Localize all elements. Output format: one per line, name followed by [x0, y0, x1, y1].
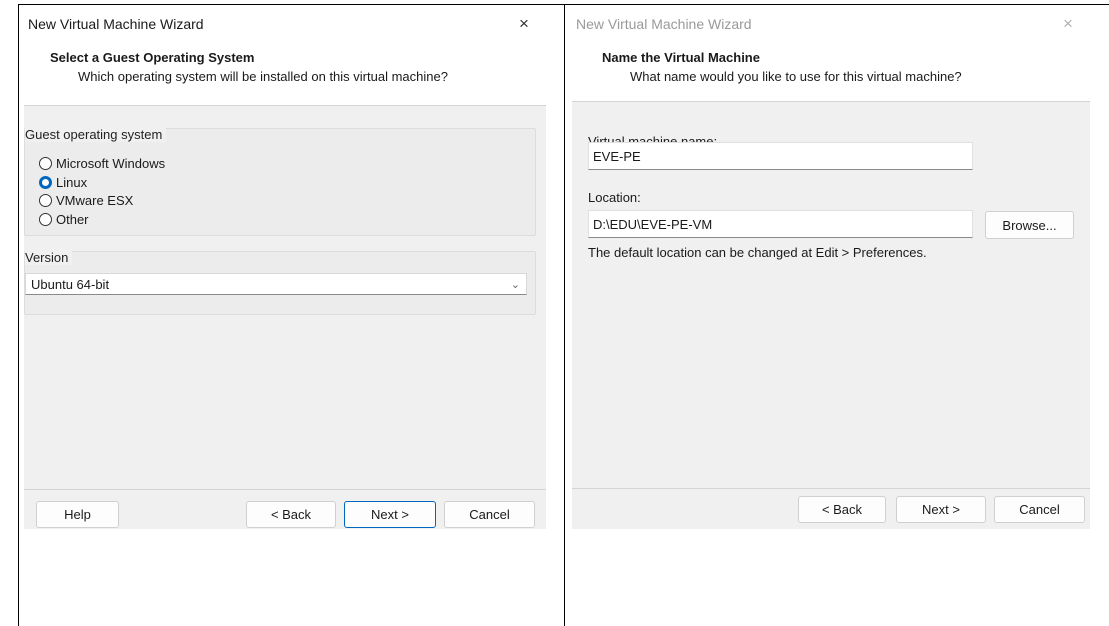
- location-input[interactable]: D:\EDU\EVE-PE-VM: [588, 210, 973, 238]
- guest-os-group-label: Guest operating system: [25, 127, 167, 142]
- window-title: New Virtual Machine Wizard: [576, 15, 752, 32]
- guest-os-wizard-dialog: New Virtual Machine Wizard × Select a Gu…: [24, 9, 546, 529]
- window-title: New Virtual Machine Wizard: [28, 15, 204, 32]
- cancel-button[interactable]: Cancel: [994, 496, 1085, 523]
- title-bar: New Virtual Machine Wizard ×: [572, 9, 1090, 38]
- radio-option-microsoft-windows[interactable]: Microsoft Windows: [39, 156, 165, 171]
- next-button[interactable]: Next >: [896, 496, 986, 523]
- footer-divider: [572, 488, 1090, 489]
- wizard-header: Select a Guest Operating System Which op…: [24, 38, 546, 106]
- title-bar: New Virtual Machine Wizard ×: [24, 9, 546, 38]
- radio-option-other[interactable]: Other: [39, 212, 89, 227]
- wizard-header: Name the Virtual Machine What name would…: [572, 38, 1090, 102]
- page-subtitle: What name would you like to use for this…: [630, 69, 962, 84]
- version-dropdown[interactable]: Ubuntu 64-bit ⌄: [25, 273, 527, 295]
- close-icon[interactable]: ×: [514, 14, 534, 34]
- version-group-label: Version: [25, 250, 73, 265]
- radio-unchecked-icon[interactable]: [39, 213, 52, 226]
- footer-divider: [24, 489, 546, 490]
- radio-unchecked-icon[interactable]: [39, 157, 52, 170]
- radio-option-linux[interactable]: Linux: [39, 175, 87, 190]
- page-subtitle: Which operating system will be installed…: [78, 69, 448, 84]
- radio-option-vmware-esx[interactable]: VMware ESX: [39, 193, 133, 208]
- browse-button[interactable]: Browse...: [985, 211, 1074, 239]
- location-label: Location:: [588, 190, 641, 205]
- location-note: The default location can be changed at E…: [588, 245, 927, 260]
- page-title: Name the Virtual Machine: [602, 50, 760, 65]
- guest-os-group: Guest operating system Microsoft Windows…: [24, 127, 536, 236]
- back-button[interactable]: < Back: [246, 501, 336, 528]
- close-icon[interactable]: ×: [1058, 14, 1078, 34]
- next-button[interactable]: Next >: [344, 501, 436, 528]
- radio-unchecked-icon[interactable]: [39, 194, 52, 207]
- radio-label: Other: [56, 212, 89, 227]
- page-title: Select a Guest Operating System: [50, 50, 255, 65]
- help-button[interactable]: Help: [36, 501, 119, 528]
- radio-checked-icon[interactable]: [39, 176, 52, 189]
- chevron-down-icon: ⌄: [510, 278, 520, 291]
- vm-name-input[interactable]: EVE-PE: [588, 142, 973, 170]
- name-vm-wizard-dialog: New Virtual Machine Wizard × Name the Vi…: [572, 9, 1090, 529]
- back-button[interactable]: < Back: [798, 496, 886, 523]
- version-group: Version Ubuntu 64-bit ⌄: [24, 250, 536, 315]
- radio-label: Linux: [56, 175, 88, 190]
- version-value: Ubuntu 64-bit: [31, 276, 110, 292]
- frame-left-line: [18, 4, 19, 626]
- cancel-button[interactable]: Cancel: [444, 501, 535, 528]
- frame-divider-line: [564, 4, 565, 626]
- radio-label: VMware ESX: [56, 193, 134, 208]
- radio-label: Microsoft Windows: [56, 156, 166, 171]
